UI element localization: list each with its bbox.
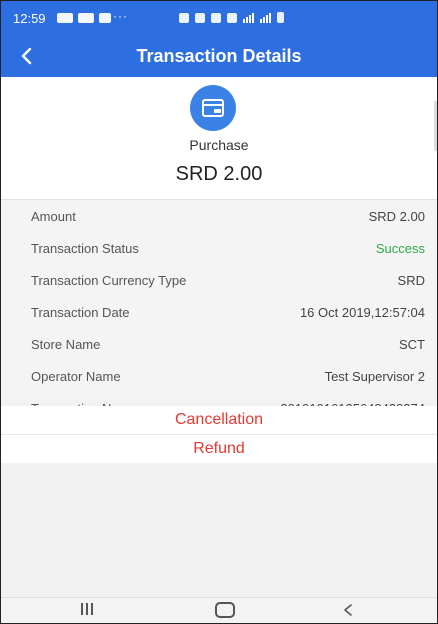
detail-value: SRD xyxy=(397,273,425,288)
detail-row-operator: Operator Name Test Supervisor 2 xyxy=(1,360,437,392)
status-value: Success xyxy=(375,241,425,256)
detail-label: Operator Name xyxy=(31,369,121,384)
bluetooth-icon xyxy=(195,12,205,23)
detail-label: Transaction Currency Type xyxy=(31,273,187,288)
system-nav-bar xyxy=(1,597,437,623)
gallery-icon xyxy=(78,13,94,23)
detail-row-store: Store Name SCT xyxy=(1,328,437,360)
detail-row-amount: Amount SRD 2.00 xyxy=(1,200,437,232)
refund-button[interactable]: Refund xyxy=(1,435,437,463)
detail-label: Store Name xyxy=(31,337,101,352)
phone-screen: 12:59 ··· Transaction Details Purchase S… xyxy=(0,0,438,624)
detail-value: SRD 2.00 xyxy=(368,209,425,224)
message-icon xyxy=(99,13,111,23)
notification-icons xyxy=(57,13,111,23)
alarm-icon xyxy=(179,12,189,23)
status-bar: 12:59 ··· xyxy=(1,1,437,35)
detail-value: Test Supervisor 2 xyxy=(324,369,425,384)
detail-value: SCT xyxy=(399,337,425,352)
transaction-details-list: Amount SRD 2.00 Transaction Status Succe… xyxy=(1,199,437,416)
detail-label: Amount xyxy=(31,209,76,224)
signal-icon-2 xyxy=(260,12,271,23)
page-title: Transaction Details xyxy=(136,46,302,66)
mute-icon xyxy=(211,12,221,23)
recents-icon[interactable] xyxy=(81,603,93,615)
back-icon[interactable] xyxy=(341,602,355,623)
status-time: 12:59 xyxy=(13,11,46,26)
wallet-icon xyxy=(190,85,236,131)
system-status-icons xyxy=(179,12,284,23)
detail-row-date: Transaction Date 16 Oct 2019,12:57:04 xyxy=(1,296,437,328)
app-header: Transaction Details xyxy=(1,35,437,77)
notification-app-icon xyxy=(57,13,73,23)
detail-value: 16 Oct 2019,12:57:04 xyxy=(299,305,425,320)
transaction-summary: Purchase SRD 2.00 xyxy=(1,77,437,199)
detail-row-status: Transaction Status Success xyxy=(1,232,437,264)
wifi-icon xyxy=(227,12,237,23)
transaction-type: Purchase xyxy=(189,137,249,153)
detail-label: Transaction Date xyxy=(31,305,130,320)
battery-icon xyxy=(277,12,284,23)
more-notifications-icon: ··· xyxy=(113,9,128,23)
signal-icon xyxy=(243,12,254,23)
detail-row-currency: Transaction Currency Type SRD xyxy=(1,264,437,296)
detail-label: Transaction Status xyxy=(31,241,139,256)
home-icon[interactable] xyxy=(215,602,235,618)
transaction-amount: SRD 2.00 xyxy=(175,163,263,185)
scrollbar[interactable] xyxy=(434,101,437,151)
cancellation-button[interactable]: Cancellation xyxy=(1,406,437,435)
